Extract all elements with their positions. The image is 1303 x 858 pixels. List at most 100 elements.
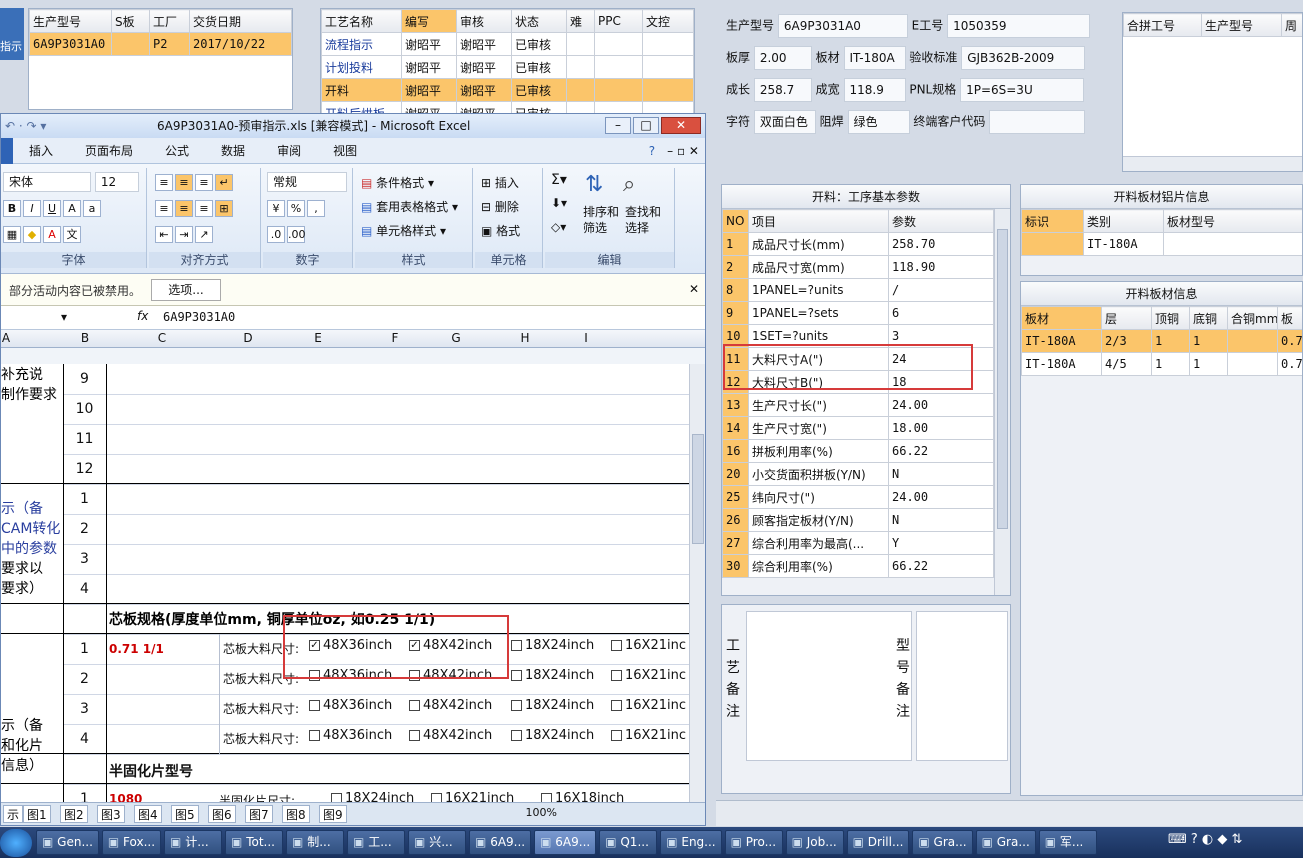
size-option[interactable]: 48X42inch [409,728,492,743]
sheet-tab[interactable]: 图8 [282,805,310,823]
size-option[interactable]: 18X24inch [511,638,594,653]
table-row[interactable]: 开料 谢昭平 谢昭平 已审核 [321,78,694,102]
help-icon[interactable]: ? [643,144,661,158]
insert-button[interactable]: ⊞ 插入 [481,174,519,191]
col-type[interactable]: 类别 [1083,209,1164,233]
table-row[interactable]: 13 生产尺寸长(") 24.00 [722,393,994,417]
align-top-icon[interactable]: ≡ [155,174,173,191]
width-field[interactable]: 118.9 [843,78,906,102]
col-layer[interactable]: 层 [1101,306,1152,330]
checkbox[interactable] [511,730,522,741]
align-left-icon[interactable]: ≡ [155,200,173,217]
col-item[interactable]: 项目 [748,209,889,233]
table-row[interactable]: 6A9P3031A0 P2 2017/10/22 [29,32,292,56]
taskbar-item[interactable]: ▣ Pro... [724,830,783,855]
office-button[interactable] [1,137,13,164]
table-row[interactable]: 9 1PANEL=?sets 6 [722,301,994,325]
size-option[interactable]: 16X21inc [611,668,686,683]
align-bottom-icon[interactable]: ≡ [195,174,213,191]
sheet-tab[interactable]: 图4 [134,805,162,823]
checkbox[interactable] [511,700,522,711]
phonetic-icon[interactable]: 文 [63,226,81,243]
col-reviewer[interactable]: 审核 [456,9,512,33]
table-row[interactable]: 27 综合利用率为最高(... Y [722,531,994,555]
number-format-select[interactable]: 常规 [267,172,347,192]
table-row[interactable]: IT-180A 2/3 1 1 0.7 [1021,329,1302,353]
taskbar-item[interactable]: ▣ 6A9... [534,830,597,855]
table-row[interactable]: 计划投料 谢昭平 谢昭平 已审核 [321,55,694,79]
col-plate[interactable]: 板 [1277,306,1302,330]
v-scrollbar[interactable] [994,209,1010,595]
col-factory[interactable]: 工厂 [149,9,190,33]
sum-icon[interactable]: Σ▾ [551,172,567,188]
sheet-tab[interactable]: 图2 [60,805,88,823]
inc-decimal-icon[interactable]: .0 [267,226,285,243]
col-header[interactable]: E [279,331,357,345]
mask-field[interactable]: 绿色 [847,110,910,134]
sheet-tab[interactable]: 图3 [97,805,125,823]
tab-review[interactable]: 审阅 [261,142,317,159]
taskbar-item[interactable]: ▣ 兴... [408,830,467,855]
taskbar-item[interactable]: ▣ Gra... [975,830,1036,855]
tab-formula[interactable]: 公式 [149,142,205,159]
orientation-icon[interactable]: ↗ [195,226,213,243]
bold-icon[interactable]: B [3,200,21,217]
col-header[interactable]: G [433,331,479,345]
col-process[interactable]: 工艺名称 [321,9,402,33]
table-row[interactable]: 16 拼板利用率(%) 66.22 [722,439,994,463]
font-color-icon[interactable]: A [43,226,61,243]
h-scrollbar[interactable] [1123,156,1302,171]
underline-icon[interactable]: U [43,200,61,217]
sort-filter-button[interactable]: 排序和筛选 [583,204,619,236]
start-button[interactable] [0,829,32,857]
comma-icon[interactable]: , [307,200,325,217]
col-no[interactable]: NO [722,209,749,233]
col-top-cu[interactable]: 顶铜 [1151,306,1190,330]
char-field[interactable]: 双面白色 [753,110,816,134]
minimize-button[interactable]: – [605,117,631,134]
align-center-icon[interactable]: ≡ [175,200,193,217]
checkbox[interactable] [611,700,622,711]
std-field[interactable]: GJB362B-2009 [961,46,1086,70]
table-row[interactable]: 20 小交货面积拼板(Y/N) N [722,462,994,486]
col-doc[interactable]: 文控 [642,9,694,33]
model-field[interactable]: 6A9P3031A0 [777,14,908,38]
table-row[interactable]: 1 成品尺寸长(mm) 258.70 [722,232,994,256]
taskbar-item[interactable]: ▣ Drill... [846,830,910,855]
checkbox[interactable] [611,640,622,651]
col-combine[interactable]: 合拼工号 [1123,13,1202,37]
outdent-icon[interactable]: ⇤ [155,226,173,243]
clear-icon[interactable]: ◇▾ [551,220,566,234]
col-header[interactable]: B [63,331,107,345]
indent-icon[interactable]: ⇥ [175,226,193,243]
checkbox[interactable] [309,730,320,741]
percent-icon[interactable]: % [287,200,305,217]
pnl-field[interactable]: 1P=6S=3U [960,78,1085,102]
align-middle-icon[interactable]: ≡ [175,174,193,191]
taskbar-item[interactable]: ▣ Gen... [36,830,99,855]
sort-icon[interactable]: ⇅ [585,172,603,197]
namebox-dropdown-icon[interactable]: ▾ [61,310,67,324]
sheet-tab[interactable]: 图9 [319,805,347,823]
size-option[interactable]: 16X21inc [611,638,686,653]
undo-icon[interactable]: ↶ · ↷ ▾ [5,114,46,138]
align-right-icon[interactable]: ≡ [195,200,213,217]
model-remark-field[interactable] [916,611,1008,761]
taskbar-item[interactable]: ▣ Gra... [912,830,973,855]
wrap-icon[interactable]: ↵ [215,174,233,191]
left-stub[interactable]: 指示 [0,8,24,60]
find-select-button[interactable]: 查找和选择 [625,204,661,236]
checkbox[interactable] [611,730,622,741]
table-row[interactable]: 14 生产尺寸宽(") 18.00 [722,416,994,440]
taskbar-item[interactable]: ▣ Job... [785,830,844,855]
find-icon[interactable]: ⌕ [623,172,635,197]
taskbar-item[interactable]: ▣ 6A9... [469,830,532,855]
tab-layout[interactable]: 页面布局 [69,142,149,159]
table-row[interactable]: 30 综合利用率(%) 66.22 [722,554,994,578]
col-model[interactable]: 生产型号 [29,9,112,33]
col-value[interactable]: 参数 [888,209,994,233]
checkbox[interactable] [611,670,622,681]
col-header[interactable]: F [357,331,433,345]
checkbox[interactable] [409,700,420,711]
col-date[interactable]: 交货日期 [189,9,292,33]
